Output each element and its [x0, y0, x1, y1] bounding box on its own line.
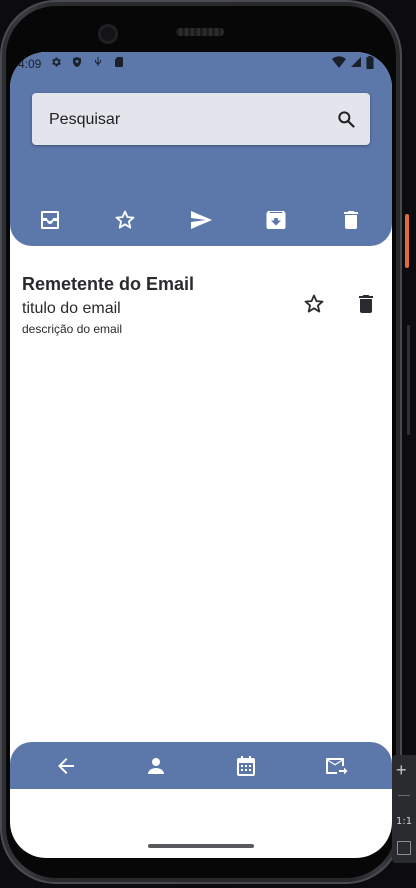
arrow-left-icon: [58, 758, 74, 774]
power-button[interactable]: [405, 214, 409, 268]
bottom-navigation: [10, 742, 392, 789]
cell-signal-icon: [351, 57, 361, 67]
zoom-in-button[interactable]: +: [396, 761, 407, 779]
star-outline-icon: [115, 210, 135, 229]
gear-icon: [52, 57, 61, 67]
star-email-button[interactable]: [302, 292, 326, 316]
tab-sent[interactable]: [189, 208, 213, 232]
send-icon: [191, 211, 212, 229]
nav-calendar[interactable]: [234, 754, 258, 778]
status-bar: 4:09: [10, 52, 392, 76]
delete-email-button[interactable]: [354, 292, 378, 316]
trash-icon: [359, 295, 373, 313]
email-sender: Remetente do Email: [22, 274, 195, 294]
status-right-icons: [332, 56, 374, 69]
emulator-toolbar: + 1:1: [392, 755, 416, 863]
star-outline-icon: [304, 294, 324, 313]
wifi-icon: [332, 56, 346, 68]
list-item[interactable]: Remetente do Email titulo do email descr…: [10, 260, 392, 350]
trash-icon: [344, 211, 358, 229]
actual-size-button[interactable]: 1:1: [396, 816, 412, 827]
sd-card-icon: [115, 57, 123, 67]
archive-icon: [266, 211, 286, 229]
fit-screen-icon[interactable]: [397, 841, 411, 855]
inbox-icon: [41, 211, 59, 229]
tab-inbox[interactable]: [38, 208, 62, 232]
status-time: 4:09: [18, 57, 42, 71]
top-app-bar: 4:09: [10, 52, 392, 246]
tab-archive[interactable]: [264, 208, 288, 232]
search-icon[interactable]: [336, 109, 356, 129]
app-screen: 4:09 Pesquisar Remetente do Email titulo…: [10, 52, 392, 858]
volume-button[interactable]: [407, 325, 410, 435]
email-description: descrição do email: [22, 322, 123, 336]
shield-icon: [73, 57, 81, 67]
person-icon: [148, 758, 164, 774]
nav-back[interactable]: [54, 754, 78, 778]
search-input[interactable]: [47, 108, 311, 132]
status-left-icons: [50, 56, 125, 68]
earpiece-speaker: [176, 28, 224, 36]
mail-forward-icon: [326, 758, 348, 775]
email-subject: titulo do email: [22, 300, 121, 317]
nav-forward-mail[interactable]: [324, 754, 348, 778]
nav-profile[interactable]: [144, 754, 168, 778]
tab-trash[interactable]: [339, 208, 363, 232]
battery-icon: [366, 56, 374, 69]
home-indicator[interactable]: [148, 844, 254, 848]
toolbar-divider: [398, 795, 410, 796]
calendar-icon: [237, 756, 255, 776]
search-bar[interactable]: [32, 93, 370, 145]
tab-starred[interactable]: [113, 208, 137, 232]
front-camera: [98, 24, 118, 44]
folder-tabs: [10, 208, 392, 236]
usb-icon: [95, 57, 101, 66]
